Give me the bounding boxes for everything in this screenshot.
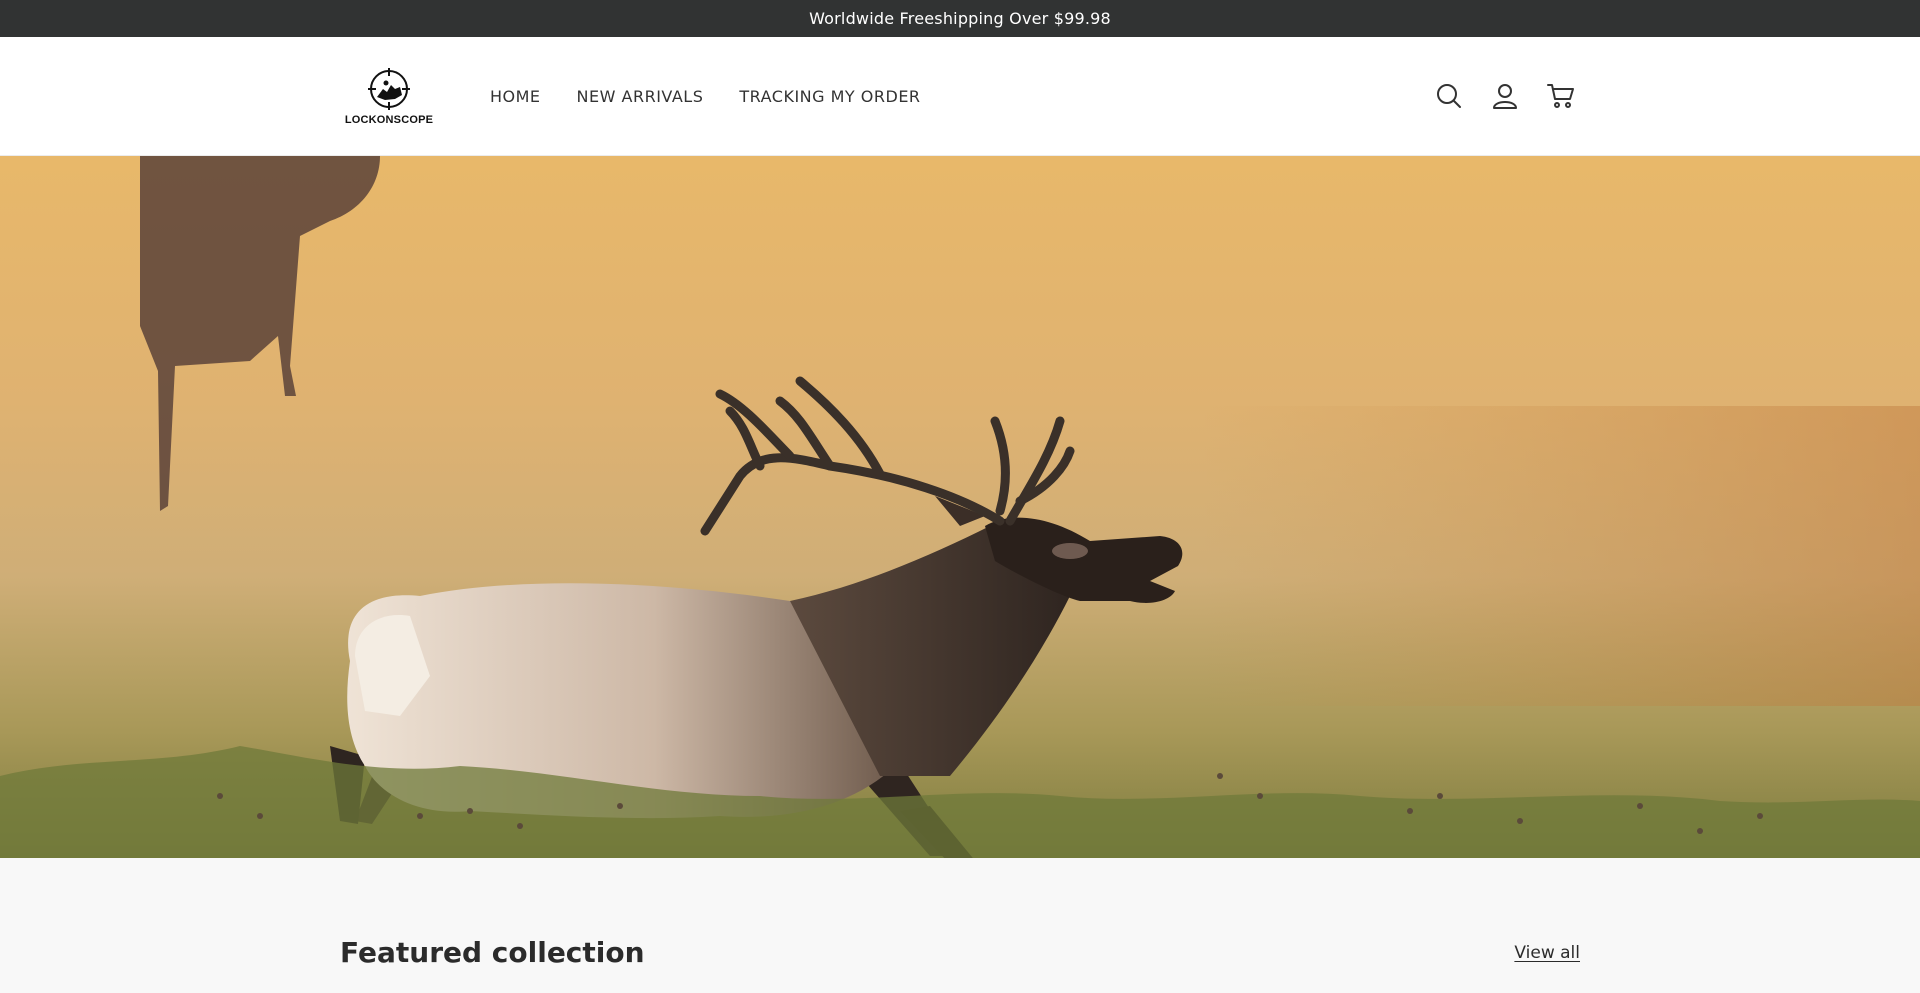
search-button[interactable] bbox=[1432, 79, 1466, 113]
featured-header: Featured collection View all bbox=[340, 936, 1580, 969]
logo[interactable]: LOCKONSCOPE bbox=[344, 61, 434, 131]
header-inner: LOCKONSCOPE HOME NEW ARRIVALS TRACKING M… bbox=[340, 37, 1580, 155]
announcement-text: Worldwide Freeshipping Over $99.98 bbox=[809, 9, 1111, 28]
cart-icon bbox=[1547, 84, 1574, 108]
cart-button[interactable] bbox=[1544, 79, 1578, 113]
search-icon bbox=[1437, 84, 1461, 108]
logo-text: LOCKONSCOPE bbox=[344, 113, 434, 126]
site-header: LOCKONSCOPE HOME NEW ARRIVALS TRACKING M… bbox=[0, 37, 1920, 156]
view-all-link[interactable]: View all bbox=[1514, 943, 1580, 963]
elk-hero-image bbox=[0, 156, 1920, 858]
hero-banner[interactable] bbox=[0, 156, 1920, 858]
main-nav: HOME NEW ARRIVALS TRACKING MY ORDER bbox=[490, 87, 957, 106]
crosshair-logo-icon bbox=[368, 67, 410, 110]
account-icon bbox=[1493, 84, 1517, 109]
nav-tracking-my-order[interactable]: TRACKING MY ORDER bbox=[739, 87, 920, 106]
featured-collection-section: Featured collection View all bbox=[0, 858, 1920, 993]
account-button[interactable] bbox=[1488, 79, 1522, 113]
header-icons bbox=[1432, 79, 1578, 113]
featured-title: Featured collection bbox=[340, 936, 645, 969]
nav-new-arrivals[interactable]: NEW ARRIVALS bbox=[577, 87, 704, 106]
nav-home[interactable]: HOME bbox=[490, 87, 541, 106]
announcement-bar: Worldwide Freeshipping Over $99.98 bbox=[0, 0, 1920, 37]
